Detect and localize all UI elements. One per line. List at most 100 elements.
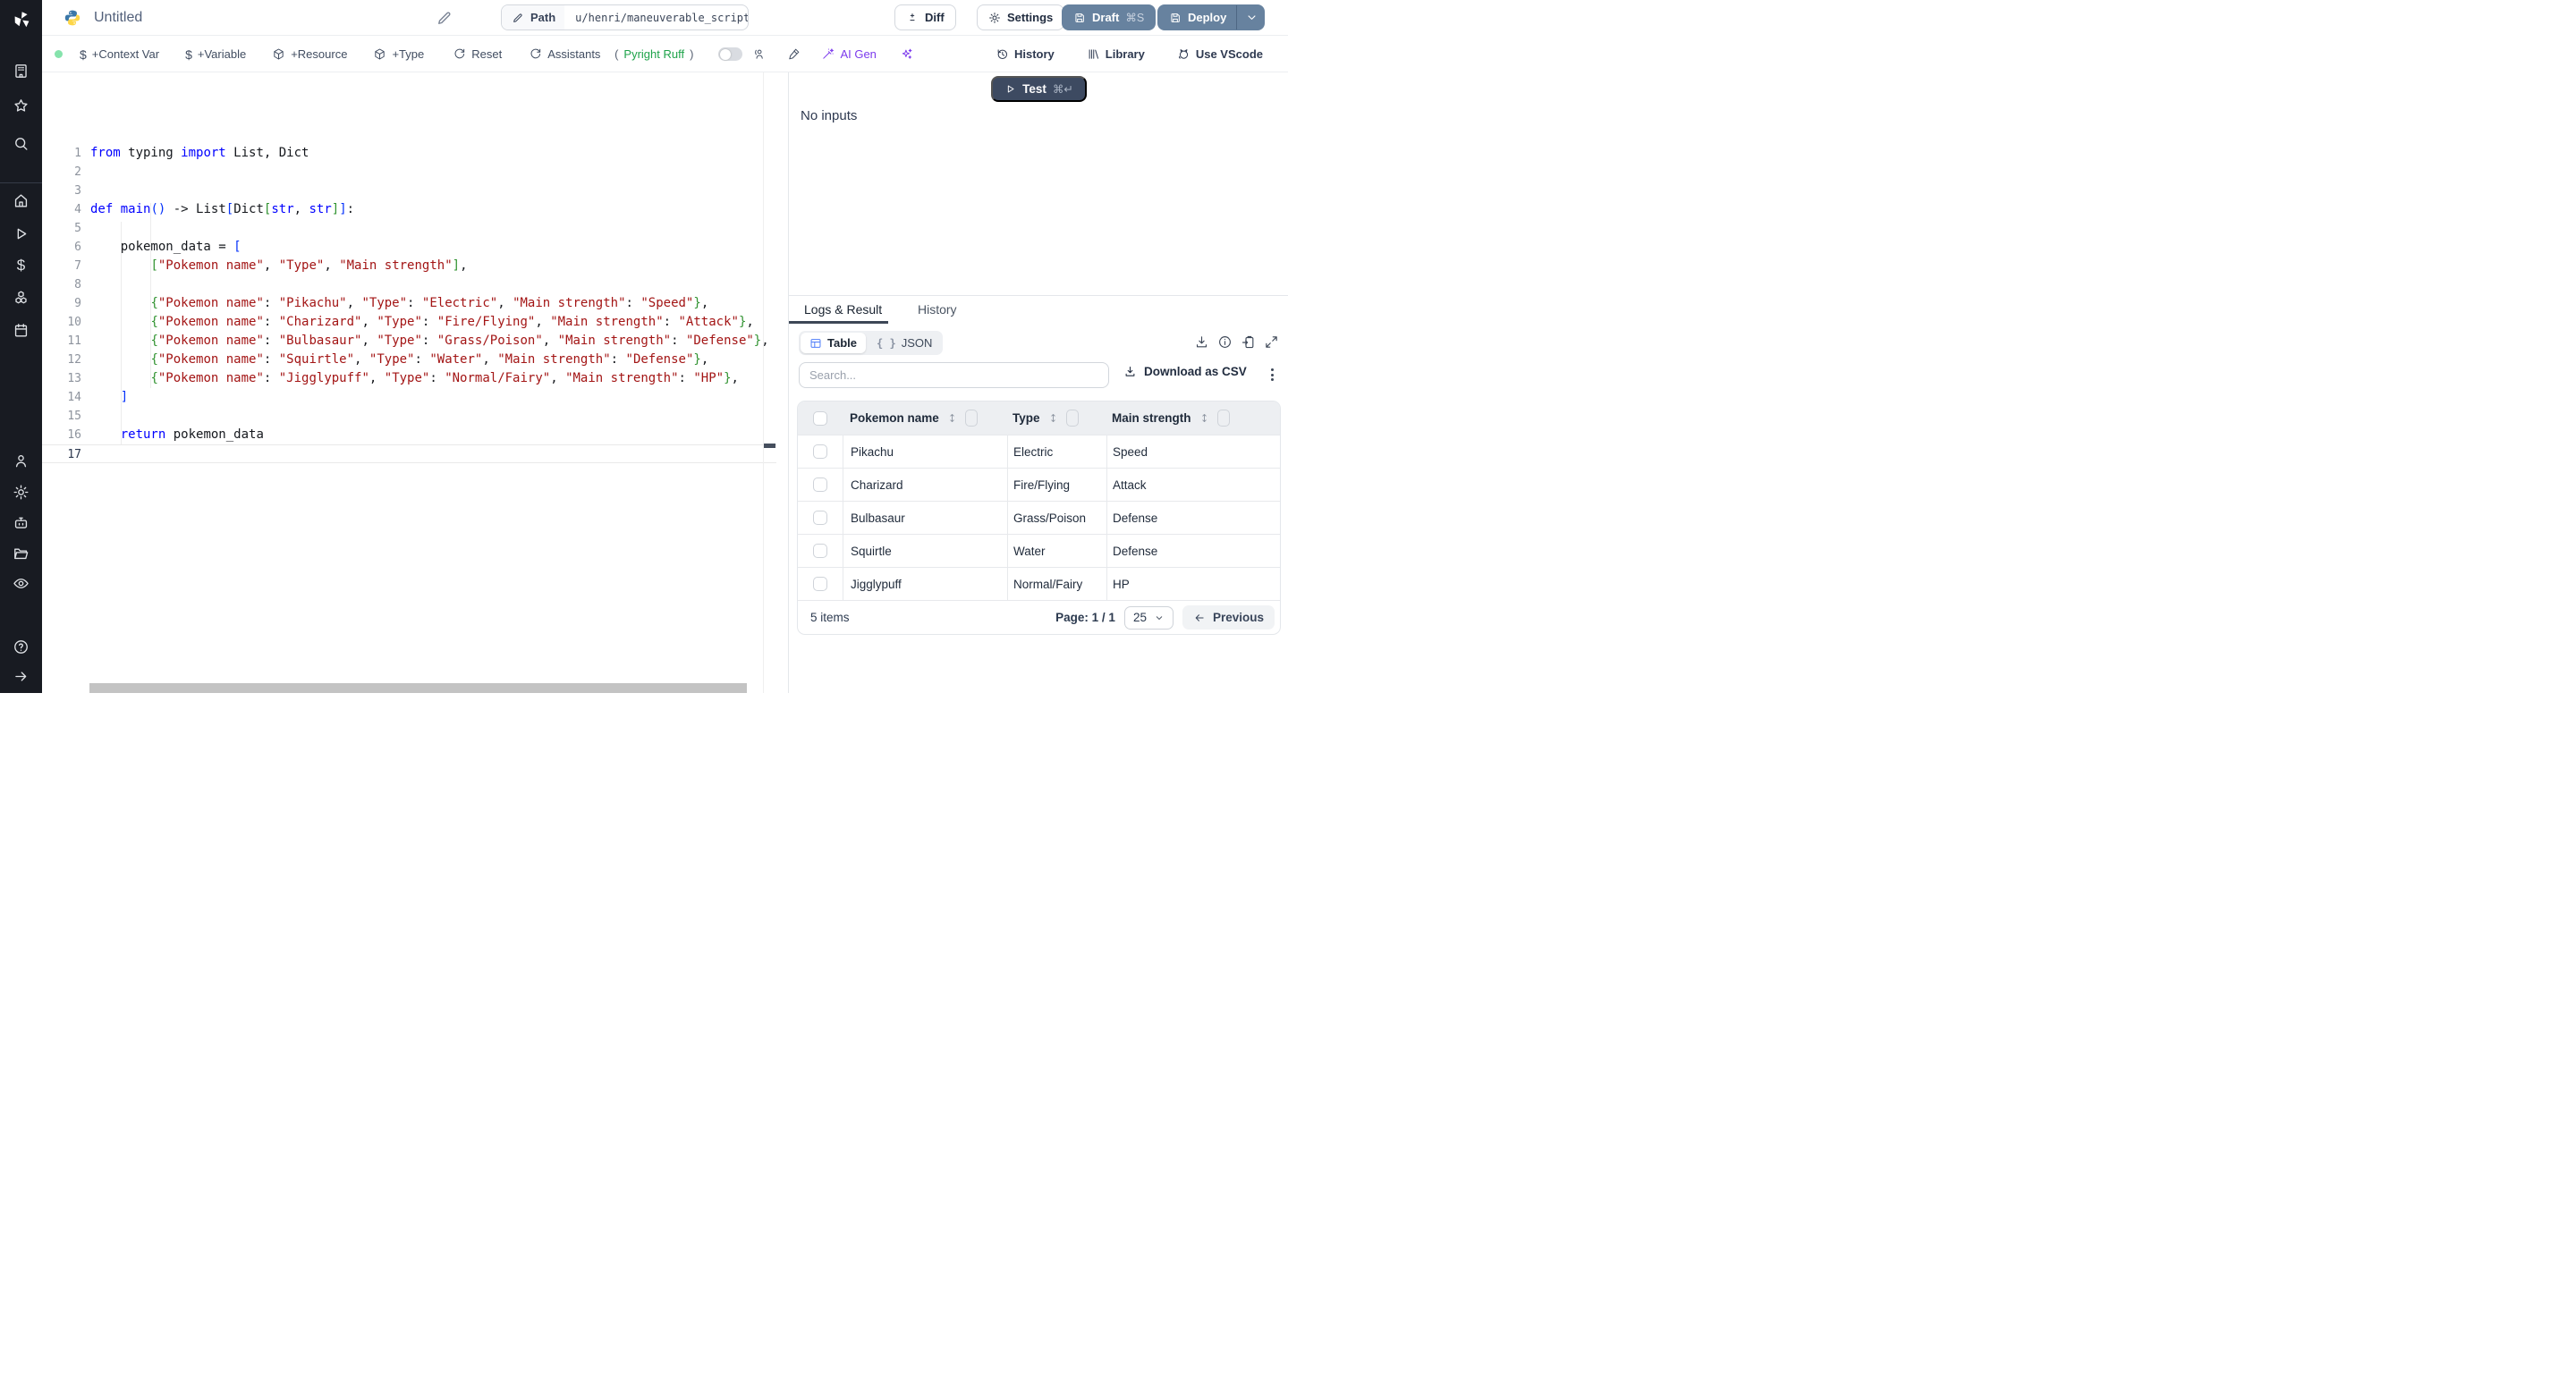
reset-button[interactable]: Reset xyxy=(453,47,502,61)
code-line[interactable]: 5 xyxy=(42,219,776,238)
copy-result-icon[interactable] xyxy=(1241,334,1256,350)
sidebar-item-resources[interactable] xyxy=(0,286,42,309)
vscode-cat-icon xyxy=(1177,47,1191,61)
sidebar-item-variables[interactable]: $ xyxy=(0,254,42,277)
sidebar-item-workers[interactable] xyxy=(0,511,42,534)
table-menu-kebab[interactable] xyxy=(1263,365,1281,385)
deploy-button[interactable]: Deploy xyxy=(1157,4,1265,30)
column-filter-box[interactable] xyxy=(1217,410,1230,427)
sidebar-item-help[interactable] xyxy=(0,635,42,658)
ai-sparkles-button[interactable] xyxy=(900,47,913,61)
horizontal-scrollbar[interactable] xyxy=(89,683,747,693)
sort-icon[interactable] xyxy=(1047,411,1059,425)
line-number: 14 xyxy=(42,388,81,407)
previous-page-button[interactable]: Previous xyxy=(1182,605,1275,630)
sidebar-item-home[interactable] xyxy=(0,189,42,212)
column-filter-box[interactable] xyxy=(965,410,978,427)
code-line[interactable]: 11 {"Pokemon name": "Bulbasaur", "Type":… xyxy=(42,332,776,351)
sidebar-item-favorites[interactable] xyxy=(0,94,42,117)
windmill-logo-icon[interactable] xyxy=(0,6,42,33)
code-line[interactable]: 16 return pokemon_data xyxy=(42,426,776,444)
sidebar-item-workspace[interactable] xyxy=(0,59,42,82)
code-line[interactable]: 9 {"Pokemon name": "Pikachu", "Type": "E… xyxy=(42,294,776,313)
row-checkbox[interactable] xyxy=(813,544,827,558)
edit-summary-icon[interactable] xyxy=(436,9,453,27)
code-line[interactable]: 2 xyxy=(42,163,776,182)
result-info-icon[interactable] xyxy=(1217,334,1233,350)
path-chip[interactable]: Path u/henri/maneuverable_script xyxy=(501,4,749,30)
table-cell: HP xyxy=(1106,568,1280,600)
code-line[interactable]: 10 {"Pokemon name": "Charizard", "Type":… xyxy=(42,313,776,332)
code-line[interactable]: 3 xyxy=(42,182,776,200)
use-vscode-button[interactable]: Use VScode xyxy=(1177,47,1263,61)
format-brush-icon[interactable] xyxy=(787,47,801,61)
code-line[interactable]: 6 pokemon_data = [ xyxy=(42,238,776,257)
tab-logs-result[interactable]: Logs & Result xyxy=(789,296,888,324)
code-line[interactable]: 13 {"Pokemon name": "Jigglypuff", "Type"… xyxy=(42,369,776,388)
add-variable-button[interactable]: $+Variable xyxy=(185,47,246,62)
row-checkbox[interactable] xyxy=(813,577,827,591)
add-type-button[interactable]: +Type xyxy=(373,47,424,61)
table-cell: Grass/Poison xyxy=(1007,502,1106,534)
sidebar-item-search[interactable] xyxy=(0,131,42,155)
sidebar-item-audit-logs[interactable] xyxy=(0,571,42,595)
assistants-button[interactable]: Assistants (Pyright Ruff) xyxy=(529,47,693,61)
save-icon xyxy=(1169,12,1182,24)
view-toggle: Table { }JSON xyxy=(799,331,943,355)
sidebar-item-schedules[interactable] xyxy=(0,318,42,342)
sidebar-expand-button[interactable] xyxy=(0,664,42,688)
library-button[interactable]: Library xyxy=(1087,47,1145,61)
table-cell: Pikachu xyxy=(843,435,1007,468)
line-number: 17 xyxy=(42,445,81,464)
page-size-select[interactable]: 25 xyxy=(1124,606,1174,630)
package-icon xyxy=(272,47,285,61)
download-csv-button[interactable]: Download as CSV xyxy=(1123,365,1247,378)
row-checkbox[interactable] xyxy=(813,511,827,525)
download-result-icon[interactable] xyxy=(1194,334,1209,350)
sidebar-item-settings[interactable] xyxy=(0,480,42,503)
sidebar-item-users[interactable] xyxy=(0,449,42,472)
code-line[interactable]: 15 xyxy=(42,407,776,426)
code-line[interactable]: 17 xyxy=(42,444,776,463)
code-editor[interactable]: 1from typing import List, Dict234def mai… xyxy=(42,72,776,693)
code-line[interactable]: 12 {"Pokemon name": "Squirtle", "Type": … xyxy=(42,351,776,369)
add-context-var-button[interactable]: $+Context Var xyxy=(80,47,159,62)
result-controls: Table { }JSON xyxy=(789,331,1288,355)
page-indicator: Page: 1 / 1 xyxy=(1055,611,1115,624)
row-checkbox[interactable] xyxy=(813,477,827,492)
row-checkbox[interactable] xyxy=(813,444,827,459)
select-all-checkbox[interactable] xyxy=(813,411,827,426)
assistants-paren: ) xyxy=(690,47,693,61)
view-toggle-json[interactable]: { }JSON xyxy=(868,333,941,353)
tab-history[interactable]: History xyxy=(902,296,957,324)
settings-button[interactable]: Settings xyxy=(977,4,1064,30)
column-header: Pokemon name xyxy=(850,411,939,425)
table-cell: Squirtle xyxy=(843,535,1007,567)
code-line[interactable]: 1from typing import List, Dict xyxy=(42,144,776,163)
test-button[interactable]: Test ⌘↵ xyxy=(991,76,1087,102)
sidebar-item-folders[interactable] xyxy=(0,541,42,564)
ai-gen-button[interactable]: AI Gen xyxy=(821,47,876,61)
add-resource-button[interactable]: +Resource xyxy=(272,47,347,61)
code-line[interactable]: 8 xyxy=(42,275,776,294)
history-button[interactable]: History xyxy=(996,47,1055,61)
assistants-paren: ( xyxy=(614,47,618,61)
chevron-down-icon[interactable] xyxy=(1245,11,1258,24)
sidebar-item-runs[interactable] xyxy=(0,222,42,245)
sort-icon[interactable] xyxy=(946,411,958,425)
search-input[interactable] xyxy=(799,362,1109,388)
draft-button[interactable]: Draft⌘S xyxy=(1062,4,1156,30)
diff-button[interactable]: Diff xyxy=(894,4,956,30)
result-tabs: Logs & Result History xyxy=(789,296,1288,324)
collab-toggle[interactable] xyxy=(718,47,742,61)
wand-icon xyxy=(821,47,835,61)
chevron-down-icon xyxy=(1154,613,1165,623)
sort-icon[interactable] xyxy=(1199,411,1210,425)
column-filter-box[interactable] xyxy=(1066,410,1079,427)
code-line[interactable]: 14 ] xyxy=(42,388,776,407)
code-line[interactable]: 4def main() -> List[Dict[str, str]]: xyxy=(42,200,776,219)
multiplayer-icon[interactable] xyxy=(752,47,766,61)
view-toggle-table[interactable]: Table xyxy=(801,333,866,353)
code-line[interactable]: 7 ["Pokemon name", "Type", "Main strengt… xyxy=(42,257,776,275)
expand-result-icon[interactable] xyxy=(1264,334,1279,350)
